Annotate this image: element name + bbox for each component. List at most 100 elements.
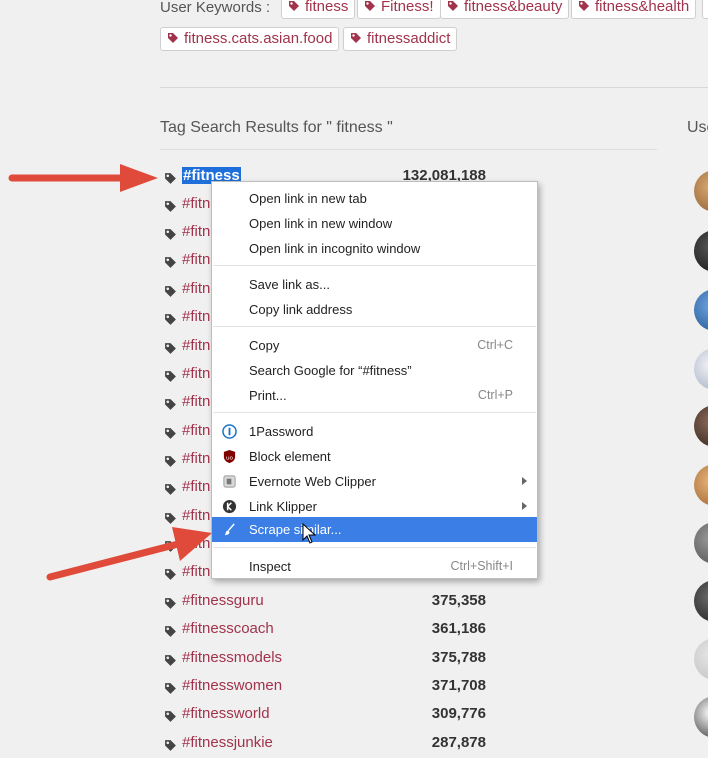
menu-link-klipper[interactable]: Link Klipper [212, 494, 537, 519]
annotation-arrow-icon [46, 527, 212, 581]
tag-result-count: 375,788 [431, 649, 486, 666]
tag-icon [165, 711, 176, 722]
ublock-origin-icon: uo [223, 449, 236, 464]
tag-icon [165, 399, 176, 410]
menu-print[interactable]: Print... Ctrl+P [212, 383, 537, 408]
tag-icon [165, 229, 176, 240]
tag-icon [165, 173, 176, 184]
tag-icon [165, 314, 176, 325]
tag-result-link[interactable]: #fitn [182, 251, 210, 268]
keyword-tag-overflow[interactable] [702, 0, 708, 19]
tag-result-link[interactable]: #fitn [182, 280, 210, 297]
menu-open-new-tab[interactable]: Open link in new tab [212, 186, 537, 211]
tag-result-row[interactable]: #fitnessjunkie 287,878 [164, 734, 494, 758]
user-avatar[interactable] [694, 696, 708, 738]
tag-result-link[interactable]: #fitnessmodels [182, 649, 282, 666]
tag-result-link[interactable]: #fitn [182, 393, 210, 410]
user-avatar[interactable] [694, 289, 708, 331]
keyword-tag-fitness-cats-asian-food[interactable]: fitness.cats.asian.food [160, 27, 340, 51]
menu-item-label: Print... [249, 388, 287, 403]
menu-scrape-similar[interactable]: Scrape similar... [212, 517, 537, 542]
submenu-arrow-icon [522, 477, 527, 485]
keyword-tag-fitness-beauty[interactable]: fitness&beauty [440, 0, 570, 19]
menu-separator [213, 265, 536, 266]
tag-result-row[interactable]: #fitnessworld 309,776 [164, 705, 494, 729]
tag-icon [165, 286, 176, 297]
tag-result-link[interactable]: #fitnessguru [182, 592, 264, 609]
tag-result-count: 287,878 [431, 734, 486, 751]
menu-block-element[interactable]: uo Block element [212, 444, 537, 469]
divider [160, 87, 708, 88]
menu-open-new-window[interactable]: Open link in new window [212, 211, 537, 236]
tag-result-link[interactable]: #fitnessjunkie [182, 734, 273, 751]
tag-result-link[interactable]: #fitn [182, 195, 210, 212]
tag-result-row[interactable]: #fitnesscoach 361,186 [164, 620, 494, 644]
menu-separator [213, 412, 536, 413]
tag-result-link[interactable]: #fitnessworld [182, 705, 270, 722]
tag-icon [165, 428, 176, 439]
user-avatar[interactable] [694, 405, 708, 447]
menu-search-google[interactable]: Search Google for “#fitness” [212, 358, 537, 383]
tag-icon [165, 371, 176, 382]
keyword-tag-label: fitness&health [595, 0, 690, 15]
tag-result-link[interactable]: #fitn [182, 422, 210, 439]
tag-result-link[interactable]: #fitn [182, 337, 210, 354]
tag-result-link[interactable]: #fitn [182, 450, 210, 467]
menu-item-shortcut: Ctrl+Shift+I [450, 559, 513, 573]
menu-item-label: Open link in new tab [249, 191, 367, 206]
mouse-cursor-icon [302, 523, 316, 544]
user-avatar[interactable] [694, 348, 708, 390]
keyword-tag-fitness[interactable]: fitness [281, 0, 356, 19]
user-avatar[interactable] [694, 170, 708, 212]
annotation-arrow-icon [8, 164, 158, 192]
users-section-title: Use [687, 119, 708, 136]
menu-item-label: Scrape similar... [249, 522, 342, 537]
tag-result-link[interactable]: #fitn [182, 365, 210, 382]
menu-item-label: Copy link address [249, 302, 353, 317]
menu-separator [213, 547, 536, 548]
menu-inspect[interactable]: Inspect Ctrl+Shift+I [212, 554, 537, 579]
scraper-brush-icon [224, 523, 235, 536]
tag-result-row[interactable]: #fitnesswomen 371,708 [164, 677, 494, 701]
user-avatar[interactable] [694, 638, 708, 680]
evernote-icon [223, 475, 236, 488]
menu-copy-link-address[interactable]: Copy link address [212, 297, 537, 322]
section-divider [160, 149, 657, 150]
menu-open-incognito[interactable]: Open link in incognito window [212, 236, 537, 261]
tag-icon [448, 1, 458, 11]
tag-icon [165, 683, 176, 694]
menu-save-link-as[interactable]: Save link as... [212, 272, 537, 297]
tag-result-row[interactable]: #fitnessguru 375,358 [164, 592, 494, 616]
keyword-tag-label: fitnessaddict [367, 30, 451, 47]
user-avatar[interactable] [694, 580, 708, 622]
menu-item-label: Evernote Web Clipper [249, 474, 376, 489]
tag-icon [165, 201, 176, 212]
menu-item-label: 1Password [249, 424, 314, 439]
keyword-tag-fitness-health[interactable]: fitness&health [571, 0, 697, 19]
1password-icon [222, 424, 237, 439]
tag-icon [168, 33, 178, 43]
tag-result-count: 309,776 [431, 705, 486, 722]
tag-result-link[interactable]: #fitn [182, 478, 210, 495]
menu-evernote-web-clipper[interactable]: Evernote Web Clipper [212, 469, 537, 494]
tag-search-results-title: Tag Search Results for " fitness " [160, 119, 393, 136]
keyword-tag-fitness-exclaim[interactable]: Fitness! [357, 0, 441, 19]
tag-icon [289, 1, 299, 11]
tag-result-link[interactable]: #fitn [182, 223, 210, 240]
user-avatar[interactable] [694, 522, 708, 564]
menu-1password[interactable]: 1Password [212, 419, 537, 444]
menu-item-label: Save link as... [249, 277, 330, 292]
tag-icon [165, 598, 176, 609]
tag-result-link[interactable]: #fitnesscoach [182, 620, 274, 637]
menu-copy[interactable]: Copy Ctrl+C [212, 333, 537, 358]
user-avatar[interactable] [694, 230, 708, 272]
tag-icon [165, 655, 176, 666]
keyword-tag-label: fitness&beauty [464, 0, 563, 15]
tag-icon [165, 456, 176, 467]
tag-result-row[interactable]: #fitnessmodels 375,788 [164, 649, 494, 673]
tag-result-link[interactable]: #fitnesswomen [182, 677, 282, 694]
user-avatar[interactable] [694, 464, 708, 506]
keyword-tag-fitnessaddict[interactable]: fitnessaddict [343, 27, 458, 51]
menu-item-label: Block element [249, 449, 331, 464]
tag-result-link[interactable]: #fitn [182, 308, 210, 325]
